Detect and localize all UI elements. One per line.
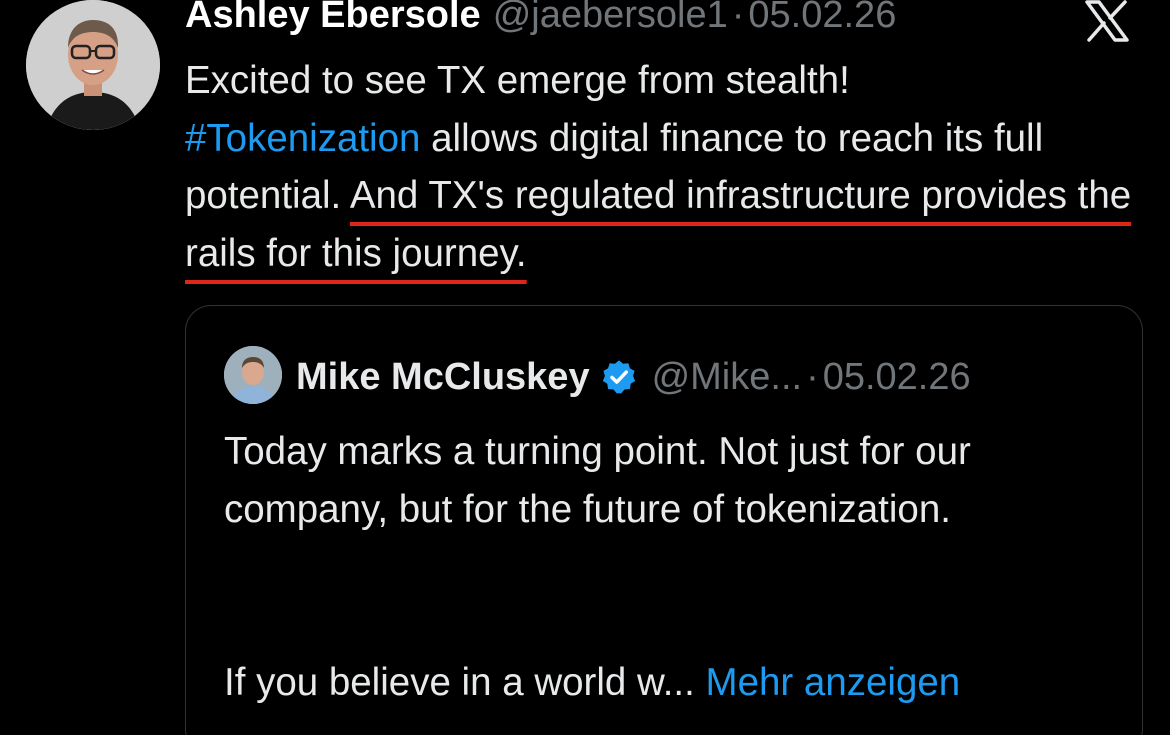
quote-avatar-image [224,346,282,404]
quote-text-truncated-line: If you believe in a world w... Mehr anze… [224,654,960,712]
hashtag-link[interactable]: #Tokenization [185,117,420,160]
quote-header-separator: · [806,355,819,398]
tweet-text: Excited to see TX emerge from stealth! #… [185,52,1160,282]
tweet-header: Ashley Ebersole @jaebersole1 · 05.02.26 [185,0,896,44]
quote-date[interactable]: 05.02.26 [823,356,971,399]
author-handle[interactable]: @jaebersole1 [493,0,728,37]
quoted-tweet-card[interactable]: Mike McCluskey @Mike... · 05.02.26 Today… [185,305,1143,735]
tweet: Ashley Ebersole @jaebersole1 · 05.02.26 … [0,0,1170,735]
author-avatar[interactable] [26,0,160,130]
header-separator: · [731,0,745,36]
quote-text: Today marks a turning point. Not just fo… [224,430,971,531]
verified-badge-icon[interactable] [600,358,638,396]
show-more-link[interactable]: Mehr anzeigen [706,661,961,704]
quote-author-name[interactable]: Mike McCluskey [296,356,590,399]
tweet-date[interactable]: 05.02.26 [748,0,896,37]
quote-author-handle[interactable]: @Mike... [652,356,802,399]
author-name[interactable]: Ashley Ebersole [185,0,481,37]
quote-text-truncated: If you believe in a world w... [224,661,695,704]
x-logo-icon[interactable] [1085,0,1129,42]
author-avatar-image [26,0,160,130]
tweet-text-intro: Excited to see TX emerge from stealth! [185,59,850,102]
quote-author-avatar[interactable] [224,346,282,404]
quote-header: Mike McCluskey @Mike... · 05.02.26 [296,352,971,402]
